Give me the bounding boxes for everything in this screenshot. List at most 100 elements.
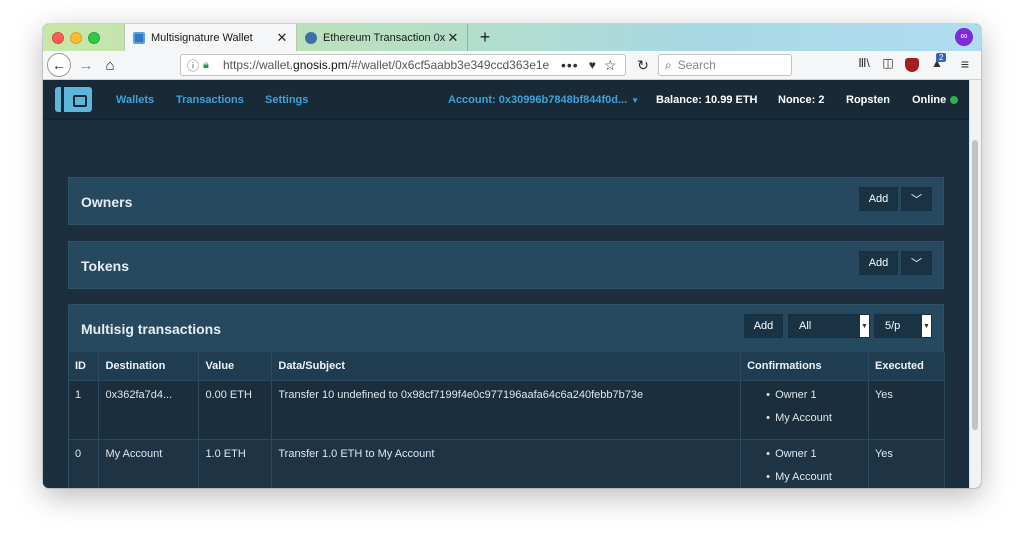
browser-window: Multisignature Wallet ✕ Ethereum Transac… xyxy=(43,24,981,488)
column-header-confirmations[interactable]: Confirmations xyxy=(740,352,869,380)
account-label: Account: 0x30996b7848bf844f0d... xyxy=(448,94,628,106)
balance-label: Balance: 10.99 ETH xyxy=(656,94,758,106)
confirmation-item: Owner 1 xyxy=(747,448,862,460)
multisig-transactions-panel: Multisig transactions Add All ▼ 5/p ▼ ID… xyxy=(68,304,946,488)
select-arrow-icon: ▼ xyxy=(922,315,931,337)
cell-confirmations: Owner 1 My Account xyxy=(740,379,869,439)
library-icon[interactable]: Ⅲ\ xyxy=(855,56,873,74)
column-header-id[interactable]: ID xyxy=(69,352,100,380)
expand-tokens-button[interactable]: ﹀ xyxy=(901,251,932,275)
add-owner-button[interactable]: Add xyxy=(859,187,898,211)
transactions-table: ID Destination Value Data/Subject Confir… xyxy=(69,352,946,488)
column-header-value[interactable]: Value xyxy=(198,352,273,380)
sidebar-icon[interactable]: ◫ xyxy=(879,56,897,74)
cell-confirmations: Owner 1 My Account xyxy=(740,438,869,488)
page-actions-icon[interactable]: ••• xyxy=(561,57,579,73)
back-arrow-icon[interactable]: ← xyxy=(47,53,71,77)
confirmation-item: My Account xyxy=(747,471,862,483)
owners-panel: Owners Add ﹀ xyxy=(68,177,944,225)
cell-id: 0 xyxy=(69,438,100,488)
tab-bar: Multisignature Wallet ✕ Ethereum Transac… xyxy=(43,24,981,51)
close-window-button[interactable] xyxy=(52,32,64,44)
cell-value: 1.0 ETH xyxy=(198,438,273,488)
expand-owners-button[interactable]: ﹀ xyxy=(901,187,932,211)
nav-transactions-link[interactable]: Transactions xyxy=(176,94,244,106)
page-scrollbar[interactable] xyxy=(969,80,981,488)
close-tab-icon[interactable]: ✕ xyxy=(274,30,290,46)
online-label: Online xyxy=(912,94,947,106)
wallet-app: Wallets Transactions Settings Account: 0… xyxy=(43,80,981,488)
tab-title: Multisignature Wallet xyxy=(151,31,253,44)
select-arrow-icon: ▼ xyxy=(860,315,869,337)
zoom-window-button[interactable] xyxy=(88,32,100,44)
cell-value: 0.00 ETH xyxy=(198,379,273,439)
chevron-down-icon: ﹀ xyxy=(911,194,922,206)
tab-multisignature-wallet[interactable]: Multisignature Wallet ✕ xyxy=(124,24,297,51)
table-row[interactable]: 0 My Account 1.0 ETH Transfer 1.0 ETH to… xyxy=(69,438,946,488)
search-input[interactable]: ⌕ Search xyxy=(658,54,792,76)
cell-subject: Transfer 1.0 ETH to My Account xyxy=(271,438,742,488)
nav-wallets-link[interactable]: Wallets xyxy=(116,94,154,106)
chevron-down-icon: ﹀ xyxy=(911,258,922,270)
column-header-subject[interactable]: Data/Subject xyxy=(271,352,742,380)
tokens-title: Tokens xyxy=(81,258,129,274)
navigation-toolbar: ← → ⌂ ⓘ 🔒︎ https://wallet.gnosis.pm/#/wa… xyxy=(43,51,981,80)
confirmation-item: Owner 1 xyxy=(747,389,862,401)
url-prefix: https://wallet. xyxy=(223,58,294,72)
cell-id: 1 xyxy=(69,379,100,439)
wallet-favicon-icon xyxy=(133,31,145,44)
app-navbar: Wallets Transactions Settings Account: 0… xyxy=(43,80,969,120)
owners-title: Owners xyxy=(81,194,133,210)
bookmark-star-icon[interactable]: ☆ xyxy=(604,57,617,74)
nav-settings-link[interactable]: Settings xyxy=(265,94,308,106)
forward-arrow-icon[interactable]: → xyxy=(75,54,97,76)
online-indicator-icon xyxy=(950,96,959,105)
tab-title: Ethereum Transaction 0x507c4 xyxy=(323,31,445,44)
account-dropdown[interactable]: Account: 0x30996b7848bf844f0d... ▼ xyxy=(448,94,639,106)
confirmation-item: My Account xyxy=(747,412,862,424)
cell-destination: 0x362fa7d4... xyxy=(98,379,200,439)
table-row[interactable]: 1 0x362fa7d4... 0.00 ETH Transfer 10 und… xyxy=(69,379,946,439)
add-transaction-button[interactable]: Add xyxy=(744,314,783,338)
column-header-destination[interactable]: Destination xyxy=(98,352,200,380)
add-token-button[interactable]: Add xyxy=(859,251,898,275)
cell-subject: Transfer 10 undefined to 0x98cf7199f4e0c… xyxy=(271,379,742,439)
caret-down-icon: ▼ xyxy=(631,96,640,105)
search-icon: ⌕ xyxy=(665,57,672,72)
multisig-title: Multisig transactions xyxy=(81,321,222,337)
new-tab-icon[interactable]: + xyxy=(475,27,495,48)
filter-value: All xyxy=(799,320,812,332)
info-icon[interactable]: ⓘ xyxy=(187,57,201,74)
page-size-value: 5/p xyxy=(885,320,901,332)
table-header-row: ID Destination Value Data/Subject Confir… xyxy=(69,352,946,380)
ublock-shield-icon[interactable] xyxy=(905,58,919,72)
nonce-label: Nonce: 2 xyxy=(778,94,825,106)
etherscan-favicon-icon xyxy=(305,31,317,44)
reload-icon[interactable]: ↻ xyxy=(634,54,652,76)
url-domain: gnosis.pm xyxy=(293,58,348,72)
cell-destination: My Account xyxy=(98,438,200,488)
lock-icon[interactable]: 🔒︎ xyxy=(203,59,217,72)
home-icon[interactable]: ⌂ xyxy=(100,54,120,76)
tokens-panel: Tokens Add ﹀ xyxy=(68,241,944,289)
wallet-logo-icon[interactable] xyxy=(55,87,92,112)
url-bar[interactable]: ⓘ 🔒︎ https://wallet.gnosis.pm/#/wallet/0… xyxy=(180,54,626,76)
scrollbar-thumb[interactable] xyxy=(972,140,978,430)
column-header-executed[interactable]: Executed xyxy=(868,352,946,380)
search-placeholder: Search xyxy=(677,58,716,72)
extension-badge: 2 xyxy=(936,53,947,62)
transaction-filter-select[interactable]: All ▼ xyxy=(788,314,870,338)
network-label: Ropsten xyxy=(846,94,890,106)
online-status: Online xyxy=(912,94,959,106)
cell-executed: Yes xyxy=(868,379,946,439)
page-size-select[interactable]: 5/p ▼ xyxy=(874,314,932,338)
cell-executed: Yes xyxy=(868,438,946,488)
url-path: /#/wallet/0x6cf5aabb3e349ccd363e1e xyxy=(347,58,550,72)
tab-ethereum-transaction[interactable]: Ethereum Transaction 0x507c4 ✕ xyxy=(297,24,468,51)
private-browsing-mask-icon: ∞ xyxy=(955,28,973,46)
pocket-icon[interactable]: ♥ xyxy=(589,58,596,72)
minimize-window-button[interactable] xyxy=(70,32,82,44)
close-tab-icon[interactable]: ✕ xyxy=(445,30,461,46)
url-text[interactable]: https://wallet.gnosis.pm/#/wallet/0x6cf5… xyxy=(223,58,553,72)
hamburger-menu-icon[interactable]: ≡ xyxy=(957,56,973,74)
